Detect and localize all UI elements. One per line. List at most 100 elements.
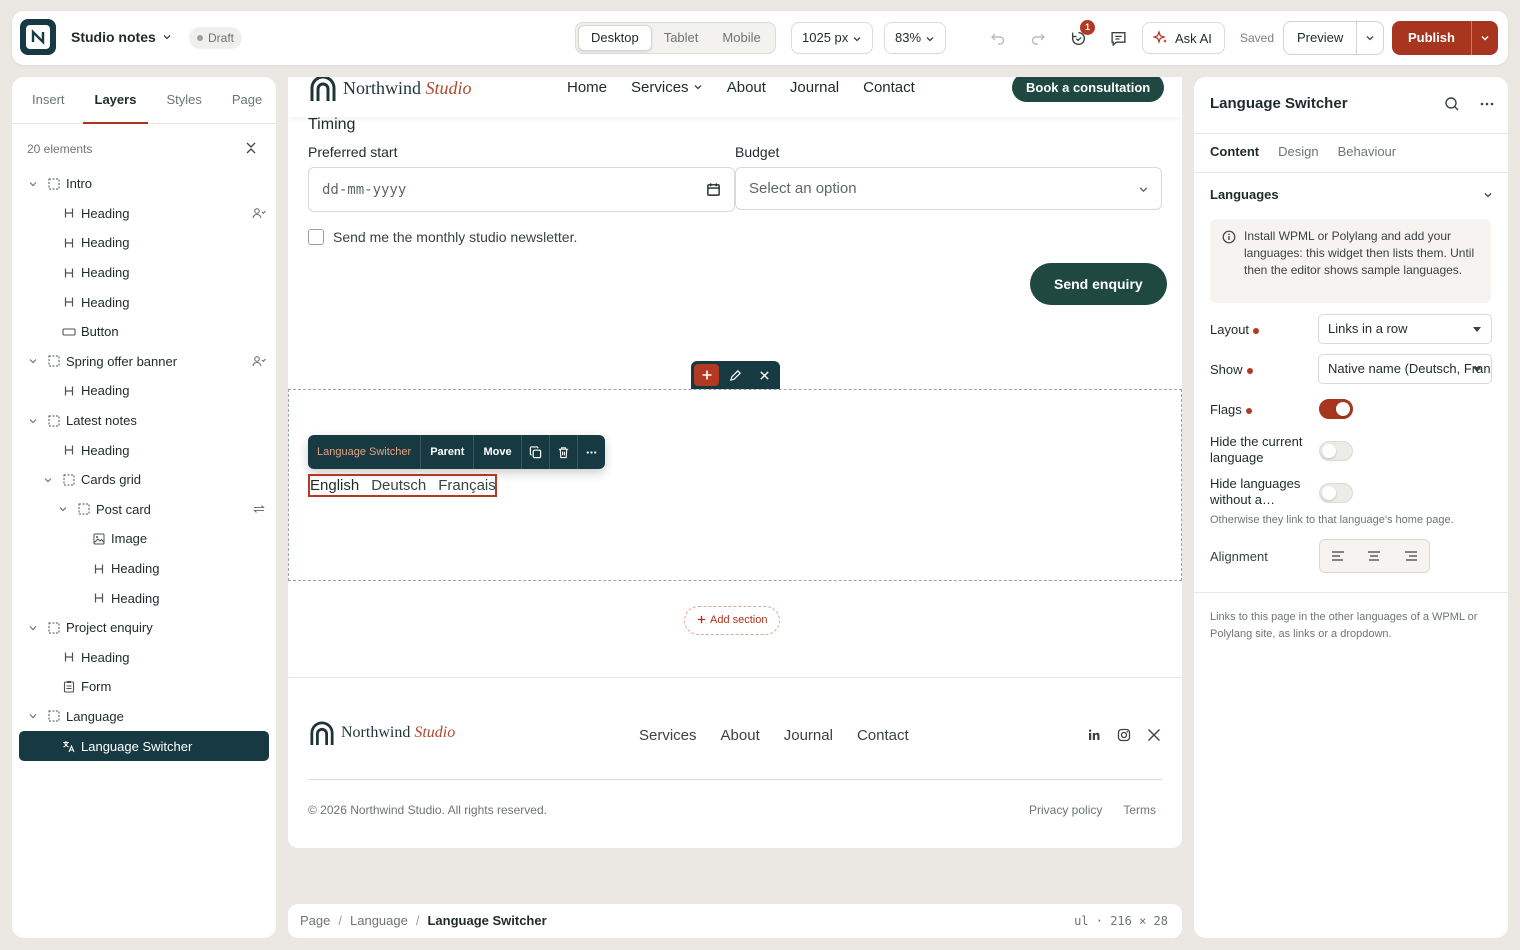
layer-row[interactable]: Form xyxy=(12,672,276,702)
chevron-down-icon[interactable] xyxy=(162,32,172,42)
footer-nav-about[interactable]: About xyxy=(721,727,760,744)
hide-missing-toggle[interactable] xyxy=(1319,483,1353,503)
layer-row[interactable]: Heading xyxy=(12,199,276,229)
x-icon[interactable] xyxy=(1147,728,1161,742)
more-icon[interactable] xyxy=(1479,96,1495,112)
languages-group-header[interactable]: Languages xyxy=(1210,187,1279,202)
device-tablet[interactable]: Tablet xyxy=(652,25,711,51)
layer-row[interactable]: Cards grid xyxy=(12,465,276,495)
device-desktop[interactable]: Desktop xyxy=(578,25,652,51)
add-element-button[interactable] xyxy=(694,364,719,386)
footer-nav-contact[interactable]: Contact xyxy=(857,727,909,744)
breadcrumb-page[interactable]: Page xyxy=(300,913,330,928)
delete-button[interactable] xyxy=(550,435,578,469)
privacy-policy-link[interactable]: Privacy policy xyxy=(1029,803,1102,817)
layout-select[interactable]: Links in a row xyxy=(1318,314,1492,344)
search-icon[interactable] xyxy=(1444,96,1460,112)
preferred-start-input[interactable]: dd-mm-yyyy xyxy=(308,167,735,212)
user-icon[interactable] xyxy=(252,207,266,222)
checkbox-box[interactable] xyxy=(308,229,324,245)
calendar-icon[interactable] xyxy=(706,182,721,197)
collapse-all-icon[interactable] xyxy=(243,140,259,156)
layer-row[interactable]: Heading xyxy=(12,554,276,584)
tab-content[interactable]: Content xyxy=(1210,134,1259,172)
more-button[interactable] xyxy=(578,435,605,469)
chevron-down-icon[interactable] xyxy=(27,710,39,722)
align-center-button[interactable] xyxy=(1356,540,1392,572)
site-name[interactable]: Studio notes xyxy=(71,29,156,45)
redo-icon[interactable] xyxy=(1025,25,1051,51)
layer-row[interactable]: Post card xyxy=(12,495,276,525)
layer-row[interactable]: Intro xyxy=(12,169,276,199)
breadcrumb-language[interactable]: Language xyxy=(350,913,408,928)
comments-icon[interactable] xyxy=(1105,25,1131,51)
newsletter-checkbox[interactable]: Send me the monthly studio newsletter. xyxy=(308,229,577,245)
preview-options-button[interactable] xyxy=(1356,22,1383,54)
publish-options-button[interactable] xyxy=(1470,21,1498,55)
tab-design[interactable]: Design xyxy=(1278,134,1318,172)
edit-section-button[interactable] xyxy=(723,364,748,386)
tab-layers[interactable]: Layers xyxy=(82,77,149,124)
language-english[interactable]: English xyxy=(310,476,359,495)
footer-brand[interactable]: Northwind Studio xyxy=(310,720,455,746)
undo-icon[interactable] xyxy=(985,25,1011,51)
layer-row[interactable]: Heading xyxy=(12,258,276,288)
layer-row[interactable]: Latest notes xyxy=(12,406,276,436)
preview-button[interactable]: Preview xyxy=(1284,22,1356,54)
show-select[interactable]: Native name (Deutsch, Français) xyxy=(1318,354,1492,384)
align-right-button[interactable] xyxy=(1393,540,1429,572)
app-logo[interactable] xyxy=(20,19,56,55)
hide-current-toggle[interactable] xyxy=(1319,441,1353,461)
duplicate-button[interactable] xyxy=(522,435,550,469)
linkedin-icon[interactable] xyxy=(1087,728,1101,742)
nav-contact[interactable]: Contact xyxy=(863,79,915,96)
budget-select[interactable]: Select an option xyxy=(735,167,1162,210)
instagram-icon[interactable] xyxy=(1117,728,1131,742)
layer-row[interactable]: Heading xyxy=(12,583,276,613)
zoom-select[interactable]: 83% xyxy=(884,22,947,54)
layer-row[interactable]: Language xyxy=(12,702,276,732)
layer-row[interactable]: Language Switcher xyxy=(19,731,269,761)
add-section-button[interactable]: Add section xyxy=(684,606,781,635)
tab-styles[interactable]: Styles xyxy=(154,77,213,123)
layer-row[interactable]: Spring offer banner xyxy=(12,347,276,377)
book-consultation-button[interactable]: Book a consultation xyxy=(1012,77,1165,102)
ask-ai-button[interactable]: Ask AI xyxy=(1142,22,1225,54)
publish-button[interactable]: Publish xyxy=(1392,21,1471,55)
widget-name[interactable]: Language Switcher xyxy=(308,435,422,469)
tab-insert[interactable]: Insert xyxy=(20,77,77,123)
site-brand[interactable]: Northwind Studio xyxy=(310,77,472,101)
layer-row[interactable]: Heading xyxy=(12,435,276,465)
user-icon[interactable] xyxy=(252,355,266,370)
layer-row[interactable]: Project enquiry xyxy=(12,613,276,643)
device-mobile[interactable]: Mobile xyxy=(710,25,772,51)
tab-behaviour[interactable]: Behaviour xyxy=(1338,134,1397,172)
footer-nav-services[interactable]: Services xyxy=(639,727,697,744)
select-parent-button[interactable]: Parent xyxy=(421,435,475,469)
terms-link[interactable]: Terms xyxy=(1123,803,1156,817)
chevron-down-icon[interactable] xyxy=(27,355,39,367)
chevron-down-icon[interactable] xyxy=(42,474,54,486)
layer-row[interactable]: Heading xyxy=(12,376,276,406)
nav-about[interactable]: About xyxy=(727,79,766,96)
footer-nav-journal[interactable]: Journal xyxy=(784,727,833,744)
nav-home[interactable]: Home xyxy=(567,79,607,96)
sync-icon[interactable] xyxy=(252,503,266,518)
tab-page[interactable]: Page xyxy=(220,77,274,123)
language-deutsch[interactable]: Deutsch xyxy=(371,476,426,495)
chevron-down-icon[interactable] xyxy=(1483,190,1493,200)
chevron-down-icon[interactable] xyxy=(57,503,69,515)
history-icon[interactable]: 1 xyxy=(1065,20,1095,51)
language-francais[interactable]: Français xyxy=(438,476,496,495)
chevron-down-icon[interactable] xyxy=(27,415,39,427)
layer-row[interactable]: Heading xyxy=(12,287,276,317)
width-select[interactable]: 1025 px xyxy=(791,22,874,54)
layer-row[interactable]: Heading xyxy=(12,228,276,258)
chevron-down-icon[interactable] xyxy=(27,178,39,190)
flags-toggle[interactable] xyxy=(1319,399,1353,419)
nav-services[interactable]: Services xyxy=(631,79,703,96)
align-left-button[interactable] xyxy=(1320,540,1356,572)
nav-journal[interactable]: Journal xyxy=(790,79,839,96)
move-button[interactable]: Move xyxy=(474,435,522,469)
layer-row[interactable]: Button xyxy=(12,317,276,347)
